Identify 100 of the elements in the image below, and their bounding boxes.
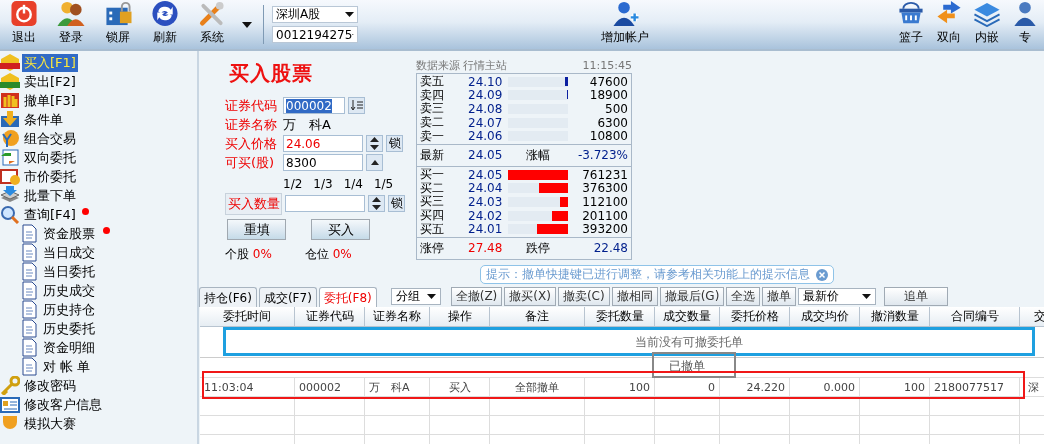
sidebar-item[interactable]: 条件单 bbox=[22, 110, 65, 129]
column-header[interactable]: 备注 bbox=[490, 307, 585, 326]
column-header[interactable]: 证券名称 bbox=[365, 307, 430, 326]
column-header[interactable]: 成交数量 bbox=[655, 307, 720, 326]
document-icon bbox=[21, 319, 37, 338]
sidebar-item[interactable]: 当日委托 bbox=[41, 262, 97, 281]
column-header[interactable]: 委托数量 bbox=[585, 307, 655, 326]
quote-time: 11:15:45 bbox=[582, 58, 632, 72]
table-cell: 0.000 bbox=[790, 378, 860, 396]
toolbar-button[interactable]: 撤相同 bbox=[611, 286, 658, 306]
column-header[interactable]: 合同编号 bbox=[930, 307, 1020, 326]
tab[interactable]: 成交(F7) bbox=[258, 287, 317, 307]
toolbar-button[interactable]: 退出 bbox=[0, 0, 47, 49]
toolbar-button[interactable]: 撤买(X) bbox=[504, 286, 556, 306]
spin-button[interactable] bbox=[366, 135, 383, 152]
dropdown[interactable]: 深圳A股 bbox=[272, 6, 358, 23]
column-header[interactable]: 撤消数量 bbox=[860, 307, 930, 326]
toolbar-button[interactable]: 内嵌 bbox=[968, 0, 1006, 49]
quantity-label: 买入数量 bbox=[225, 192, 282, 215]
toolbar-button[interactable]: 登录 bbox=[47, 0, 94, 49]
menu-item-icon bbox=[0, 205, 20, 224]
quote-label: 卖四 bbox=[420, 87, 445, 102]
sidebar-item[interactable]: 组合交易 bbox=[22, 129, 78, 148]
toolbar-button[interactable]: 撤最后(G) bbox=[659, 286, 725, 306]
sidebar-item[interactable]: 当日成交 bbox=[41, 243, 97, 262]
fraction-link[interactable]: 1/4 bbox=[343, 177, 363, 191]
sidebar-item[interactable]: 撤单[F3] bbox=[22, 91, 78, 110]
sidebar-item[interactable]: 买入[F1] bbox=[22, 53, 78, 72]
action-button[interactable]: 买入 bbox=[311, 219, 370, 240]
toolbar-button[interactable]: 篮子 bbox=[892, 0, 930, 49]
sidebar-item[interactable]: 历史委托 bbox=[41, 319, 97, 338]
toolbar-button[interactable]: 专 bbox=[1006, 0, 1044, 49]
spin-button[interactable] bbox=[368, 195, 385, 212]
empty-message: 当前没有可撤委托单 bbox=[635, 333, 743, 351]
sidebar-item[interactable]: 模拟大赛 bbox=[22, 414, 78, 433]
toolbar-button[interactable]: 刷新 bbox=[141, 0, 188, 49]
quote-volume: 112100 bbox=[581, 194, 628, 209]
column-header[interactable]: 交 bbox=[1020, 307, 1044, 326]
table-cell: 深 bbox=[1020, 378, 1044, 396]
quote-label: 涨幅 bbox=[525, 146, 551, 164]
document-icon bbox=[21, 262, 37, 281]
tab[interactable]: 委托(F8) bbox=[318, 287, 377, 307]
fraction-link[interactable]: 1/3 bbox=[313, 177, 333, 191]
quantity-field[interactable] bbox=[285, 195, 365, 212]
table-cell: 2180077517 bbox=[930, 378, 1020, 396]
toolbar-button[interactable]: 增加帐户 bbox=[593, 0, 657, 49]
quote-volume: 201100 bbox=[581, 208, 628, 223]
action-button[interactable]: 重填 bbox=[227, 219, 286, 240]
menu-item-icon bbox=[0, 376, 20, 395]
sidebar-item[interactable]: 对 帐 单 bbox=[41, 357, 93, 376]
quote-label: 卖二 bbox=[420, 114, 445, 130]
layers-icon bbox=[971, 0, 1003, 27]
menu-item-icon bbox=[0, 72, 20, 91]
limit-up-price: 27.48 bbox=[468, 241, 504, 256]
quote-price: 24.03 bbox=[468, 194, 504, 209]
dropdown[interactable]: 0012194275 bbox=[272, 26, 358, 43]
column-header[interactable]: 委托时间 bbox=[200, 307, 295, 326]
toolbar-button[interactable]: 全撤(Z) bbox=[450, 286, 503, 306]
quote-volume: 500 bbox=[604, 102, 628, 116]
dropdown[interactable]: 分组 bbox=[390, 287, 441, 305]
price-field[interactable]: 24.06 bbox=[283, 135, 363, 152]
toolbar-button[interactable]: 全选 bbox=[726, 286, 761, 306]
lock-button[interactable]: 锁 bbox=[388, 195, 405, 212]
quote-label: 买三 bbox=[420, 194, 445, 209]
column-header[interactable]: 证券代码 bbox=[295, 307, 365, 326]
sidebar-item[interactable]: 卖出[F2] bbox=[22, 72, 78, 91]
sidebar-item[interactable]: 批量下单 bbox=[22, 186, 78, 205]
up-button[interactable] bbox=[366, 154, 383, 171]
fraction-link[interactable]: 1/2 bbox=[283, 177, 303, 191]
fraction-link[interactable]: 1/5 bbox=[373, 177, 394, 191]
sidebar-item[interactable]: 双向委托 bbox=[22, 148, 78, 167]
sidebar-item[interactable]: 资金股票 bbox=[41, 224, 97, 243]
toolbar-button[interactable]: 撤单 bbox=[762, 286, 797, 306]
tab[interactable]: 持仓(F6) bbox=[199, 287, 257, 307]
sidebar-item[interactable]: 修改客户信息 bbox=[22, 395, 104, 414]
toolbar-button[interactable]: 锁屏 bbox=[94, 0, 141, 49]
code-field[interactable]: 000002 bbox=[283, 97, 345, 114]
quote-label: 卖一 bbox=[420, 128, 445, 145]
toolbar-button[interactable]: 系统 bbox=[188, 0, 235, 49]
sidebar-item[interactable]: 历史成交 bbox=[41, 281, 97, 300]
group-label: 已撤单 bbox=[669, 358, 705, 375]
sidebar-item[interactable]: 市价委托 bbox=[22, 167, 78, 186]
lock-button[interactable]: 锁 bbox=[386, 135, 403, 152]
close-icon[interactable] bbox=[816, 268, 828, 281]
stat-text: 仓位 0% bbox=[304, 246, 352, 263]
menu-item-icon bbox=[0, 395, 20, 414]
toolbar-button[interactable]: 追单 bbox=[884, 286, 949, 306]
table-cell: 100 bbox=[860, 378, 930, 396]
toolbar-button[interactable]: 双向 bbox=[930, 0, 968, 49]
sidebar-item[interactable]: 修改密码 bbox=[22, 376, 78, 395]
sort-button[interactable] bbox=[348, 97, 365, 114]
toolbar-button[interactable]: 撤卖(C) bbox=[557, 286, 610, 306]
sidebar-item[interactable]: 查询[F4] bbox=[22, 205, 78, 224]
sidebar-item[interactable]: 资金明细 bbox=[41, 338, 97, 357]
column-header[interactable]: 成交均价 bbox=[790, 307, 860, 326]
column-header[interactable]: 操作 bbox=[430, 307, 490, 326]
menu-item-icon bbox=[0, 91, 20, 110]
sidebar-item[interactable]: 历史持仓 bbox=[41, 300, 97, 319]
column-header[interactable]: 委托价格 bbox=[720, 307, 790, 326]
dropdown[interactable]: 最新价 bbox=[798, 287, 877, 305]
